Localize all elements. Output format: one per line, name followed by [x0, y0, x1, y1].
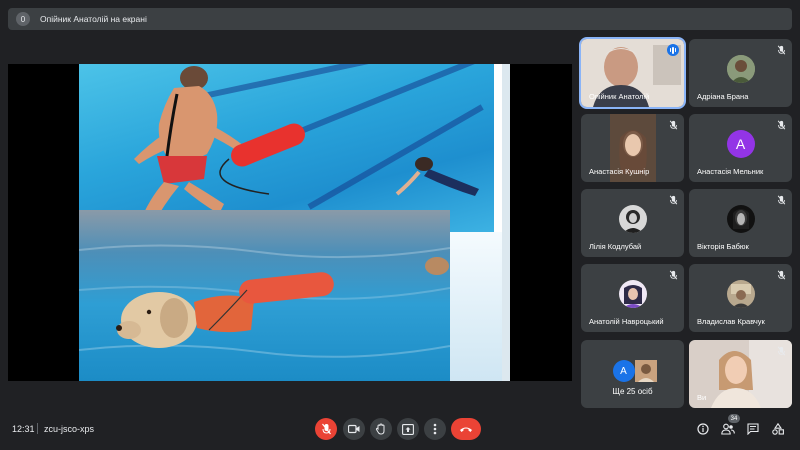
participant-name: Анастасія Мельник: [697, 167, 764, 176]
slide-side-panel: [450, 232, 502, 381]
lifeguard-photo: [79, 64, 494, 232]
clock: 12:31: [12, 424, 35, 434]
more-options-button[interactable]: [424, 418, 446, 440]
banner-badge: 0: [16, 12, 30, 26]
participant-name: Анастасія Кушнір: [589, 167, 650, 176]
presenting-banner: 0 Опійник Анатолій на екрані: [8, 8, 792, 30]
mic-off-icon: [669, 270, 678, 280]
people-icon: [721, 423, 735, 435]
meeting-info-button[interactable]: [693, 419, 713, 439]
avatar: [726, 55, 755, 83]
mic-off-icon: [777, 346, 786, 356]
self-view-tile[interactable]: Ви: [689, 340, 792, 408]
avatar: [726, 280, 755, 308]
participant-name: Лілія Кодлубай: [589, 242, 642, 251]
info-icon: [697, 423, 709, 435]
meeting-code: zcu-jsco-xps: [44, 424, 95, 434]
rescue-dog-photo: [79, 210, 450, 381]
mic-toggle-button[interactable]: [315, 418, 337, 440]
participant-name: Анатолій Навроцький: [589, 317, 664, 326]
participant-tile[interactable]: Лілія Кодлубай: [581, 189, 684, 257]
participant-tile[interactable]: Вікторія Бабюк: [689, 189, 792, 257]
chat-button[interactable]: [743, 419, 763, 439]
more-participants-label: Ще 25 осіб: [612, 387, 653, 396]
avatar: А: [726, 130, 755, 158]
present-icon: [402, 423, 414, 435]
avatar: [726, 205, 755, 233]
speaking-indicator-icon: [667, 44, 679, 56]
participant-tile[interactable]: Анатолій Навроцький: [581, 264, 684, 332]
presentation-slide: [79, 64, 502, 381]
hand-icon: [375, 423, 385, 435]
avatar: [634, 360, 657, 382]
participant-tile[interactable]: Анастасія Кушнір: [581, 114, 684, 182]
participant-tile[interactable]: Опійник Анатолій: [579, 37, 686, 109]
mic-off-icon: [777, 120, 786, 130]
more-participants-tile[interactable]: А Ще 25 осіб: [581, 340, 684, 408]
participant-count-badge: 34: [728, 414, 740, 423]
camera-icon: [348, 424, 360, 434]
more-vert-icon: [433, 423, 437, 435]
avatar: [618, 280, 647, 308]
avatar: [618, 205, 647, 233]
participant-name: Опійник Анатолій: [589, 92, 650, 101]
shared-screen[interactable]: [8, 64, 572, 381]
participant-tile[interactable]: Адріана Брана: [689, 39, 792, 107]
divider: [37, 423, 38, 434]
leave-call-button[interactable]: [451, 418, 481, 440]
participant-tile[interactable]: А Анастасія Мельник: [689, 114, 792, 182]
banner-text: Опійник Анатолій на екрані: [40, 14, 147, 24]
participant-name: Ви: [697, 393, 707, 402]
present-button[interactable]: [397, 418, 419, 440]
chat-icon: [747, 423, 759, 435]
avatar: А: [612, 360, 635, 382]
participant-name: Владислав Кравчук: [697, 317, 765, 326]
participant-name: Адріана Брана: [697, 92, 749, 101]
mic-off-icon: [669, 195, 678, 205]
activities-button[interactable]: [768, 419, 788, 439]
mic-off-icon: [321, 423, 331, 435]
more-avatars: А: [612, 360, 657, 382]
mic-off-icon: [777, 195, 786, 205]
raise-hand-button[interactable]: [370, 418, 392, 440]
mic-off-icon: [777, 270, 786, 280]
hangup-icon: [460, 427, 472, 432]
participant-tile[interactable]: Владислав Кравчук: [689, 264, 792, 332]
participant-name: Вікторія Бабюк: [697, 242, 749, 251]
activities-icon: [772, 423, 784, 435]
camera-toggle-button[interactable]: [343, 418, 365, 440]
mic-off-icon: [669, 120, 678, 130]
mic-off-icon: [777, 45, 786, 55]
